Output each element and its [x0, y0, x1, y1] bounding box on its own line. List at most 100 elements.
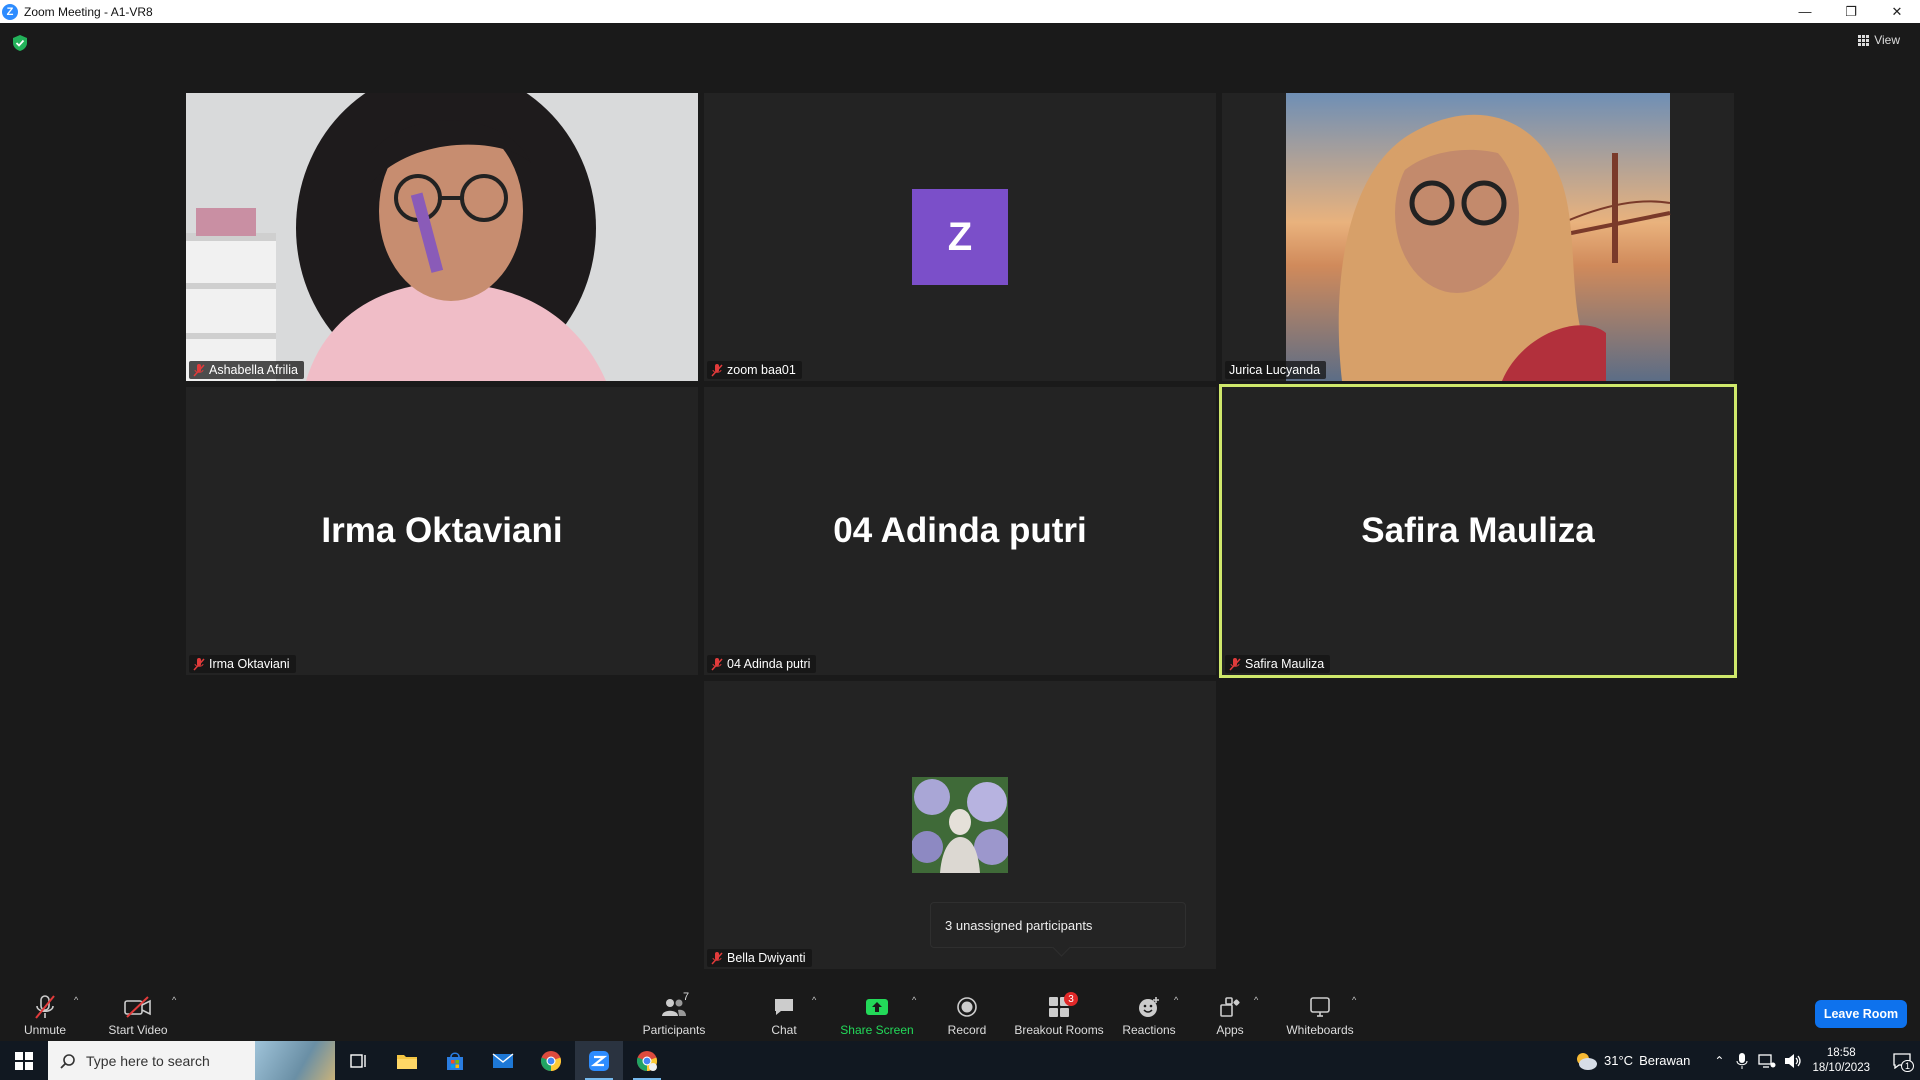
restore-button[interactable]: ❐ — [1828, 0, 1874, 23]
search-placeholder: Type here to search — [86, 1052, 210, 1069]
mail-icon — [492, 1052, 514, 1068]
share-screen-icon — [866, 999, 888, 1015]
window-title-bar: Z Zoom Meeting - A1-VR8 — ❐ ✕ — [0, 0, 1920, 23]
whiteboards-options-caret[interactable]: ^ — [1352, 995, 1356, 1005]
notification-count: 1 — [1900, 1060, 1914, 1072]
breakout-rooms-label: Breakout Rooms — [1014, 1023, 1104, 1037]
breakout-rooms-badge: 3 — [1064, 992, 1078, 1006]
participant-tile[interactable]: Jurica Lucyanda — [1222, 93, 1734, 381]
minimize-button[interactable]: — — [1782, 0, 1828, 23]
participant-tile[interactable]: 04 Adinda putri 04 Adinda putri — [704, 387, 1216, 675]
participant-name-tag: 04 Adinda putri — [707, 655, 817, 673]
participant-tile[interactable]: Irma Oktaviani Irma Oktaviani — [186, 387, 698, 675]
volume-icon[interactable] — [1784, 1053, 1802, 1069]
zoom-logo-icon: Z — [2, 3, 18, 20]
folder-icon — [397, 1054, 417, 1069]
participant-name: Jurica Lucyanda — [1229, 363, 1321, 377]
grid-view-icon — [1858, 34, 1870, 46]
search-icon — [60, 1053, 75, 1069]
participant-tile[interactable]: Z zoom baa01 — [704, 93, 1216, 381]
participant-name: Bella Dwiyanti — [727, 951, 806, 965]
participant-video — [186, 93, 698, 381]
taskbar-search-box[interactable]: Type here to search — [48, 1041, 335, 1080]
mic-muted-icon — [711, 657, 723, 671]
share-options-caret[interactable]: ^ — [912, 995, 916, 1005]
microsoft-store-button[interactable] — [431, 1041, 479, 1080]
participant-tile[interactable]: Ashabella Afrilia — [186, 93, 698, 381]
window-title: Zoom Meeting - A1-VR8 — [24, 4, 153, 19]
clock-date: 18/10/2023 — [1812, 1061, 1870, 1074]
video-options-caret[interactable]: ^ — [172, 995, 176, 1005]
participant-name-tag: Irma Oktaviani — [189, 655, 296, 673]
chrome-profile-button[interactable] — [623, 1041, 671, 1080]
record-button[interactable]: Record — [946, 989, 988, 1037]
mic-muted-icon — [711, 951, 723, 965]
weather-temperature[interactable]: 31°C — [1604, 1053, 1633, 1068]
share-screen-label: Share Screen — [840, 1023, 914, 1037]
windows-taskbar: Type here to search 31°C Berawan ⌃ 18:58… — [0, 1041, 1920, 1080]
reactions-icon — [1139, 997, 1159, 1017]
record-icon — [957, 997, 977, 1017]
leave-room-button[interactable]: Leave Room — [1815, 1000, 1907, 1028]
breakout-rooms-tooltip: 3 unassigned participants — [930, 902, 1186, 948]
clock-time: 18:58 — [1826, 1046, 1856, 1059]
unmute-label: Unmute — [23, 1023, 67, 1037]
reactions-button[interactable]: Reactions — [1122, 989, 1176, 1037]
unmute-button[interactable]: Unmute — [20, 989, 70, 1037]
participant-tile-active-speaker[interactable]: Safira Mauliza Safira Mauliza — [1219, 384, 1737, 678]
participant-video — [1222, 93, 1734, 381]
chrome-profile-icon — [636, 1050, 658, 1071]
whiteboards-button[interactable]: Whiteboards — [1284, 989, 1356, 1037]
apps-options-caret[interactable]: ^ — [1254, 995, 1258, 1005]
participant-display-name: 04 Adinda putri — [833, 511, 1087, 550]
apps-button[interactable]: Apps — [1212, 989, 1248, 1037]
zoom-taskbar-button[interactable] — [575, 1041, 623, 1080]
breakout-rooms-button[interactable]: 3 Breakout Rooms — [1014, 989, 1104, 1037]
meeting-toolbar: Unmute ^ Start Video ^ 7 Participants Ch… — [0, 985, 1920, 1041]
participant-name: 04 Adinda putri — [727, 657, 811, 671]
weather-cloudy-icon[interactable] — [1574, 1051, 1598, 1071]
start-video-button[interactable]: Start Video — [106, 989, 170, 1037]
whiteboard-icon — [1310, 997, 1330, 1017]
close-button[interactable]: ✕ — [1874, 0, 1920, 23]
windows-logo-icon — [15, 1051, 33, 1070]
participant-name: Irma Oktaviani — [209, 657, 290, 671]
network-icon[interactable] — [1758, 1053, 1776, 1069]
meeting-stage: View Ashabella Afrilia Z zoom baa01 Juri… — [0, 23, 1920, 985]
chrome-icon — [540, 1050, 562, 1071]
chat-icon — [775, 999, 793, 1015]
chat-options-caret[interactable]: ^ — [812, 995, 816, 1005]
mic-muted-icon — [1229, 657, 1241, 671]
reactions-options-caret[interactable]: ^ — [1174, 995, 1178, 1005]
share-screen-button[interactable]: Share Screen — [840, 989, 914, 1037]
task-view-button[interactable] — [335, 1041, 383, 1080]
reactions-label: Reactions — [1122, 1023, 1176, 1037]
mail-button[interactable] — [479, 1041, 527, 1080]
view-button[interactable]: View — [1858, 33, 1900, 47]
participants-count: 7 — [683, 991, 690, 1003]
microphone-icon[interactable] — [1736, 1052, 1748, 1069]
weather-description[interactable]: Berawan — [1639, 1053, 1690, 1068]
store-icon — [447, 1051, 463, 1070]
file-explorer-button[interactable] — [383, 1041, 431, 1080]
participant-name: zoom baa01 — [727, 363, 796, 377]
audio-options-caret[interactable]: ^ — [74, 995, 78, 1005]
start-video-label: Start Video — [108, 1023, 168, 1037]
chevron-up-icon[interactable]: ⌃ — [1714, 1054, 1724, 1068]
notification-center-button[interactable]: 1 — [1884, 1041, 1920, 1080]
chat-label: Chat — [771, 1023, 797, 1037]
windows-start-button[interactable] — [0, 1041, 48, 1080]
shield-icon[interactable] — [13, 35, 27, 51]
chat-button[interactable]: Chat — [764, 989, 804, 1037]
participant-name-tag: Ashabella Afrilia — [189, 361, 304, 379]
chrome-button[interactable] — [527, 1041, 575, 1080]
taskbar-clock[interactable]: 18:58 18/10/2023 — [1812, 1046, 1870, 1076]
participant-display-name: Safira Mauliza — [1361, 511, 1595, 550]
window-controls: — ❐ ✕ — [1782, 0, 1920, 23]
participants-button[interactable]: 7 Participants — [640, 989, 708, 1037]
mic-muted-icon — [193, 363, 205, 377]
record-label: Record — [947, 1023, 987, 1037]
participant-name: Safira Mauliza — [1245, 657, 1325, 671]
mic-muted-icon — [35, 995, 55, 1019]
apps-icon — [1220, 997, 1240, 1017]
